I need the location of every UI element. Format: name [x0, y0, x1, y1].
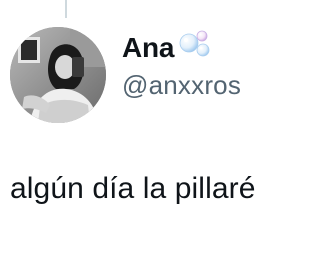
avatar-photo-icon	[10, 27, 106, 123]
user-handle[interactable]: @anxxros	[122, 70, 241, 101]
tweet-text: algún día la pillaré	[10, 172, 256, 205]
avatar[interactable]	[10, 27, 106, 123]
thread-connector-line	[65, 0, 67, 18]
bubbles-icon	[177, 29, 211, 64]
tweet-header: Ana @anxxros	[122, 28, 241, 101]
name-row: Ana	[122, 28, 241, 68]
display-name[interactable]: Ana	[122, 32, 174, 64]
